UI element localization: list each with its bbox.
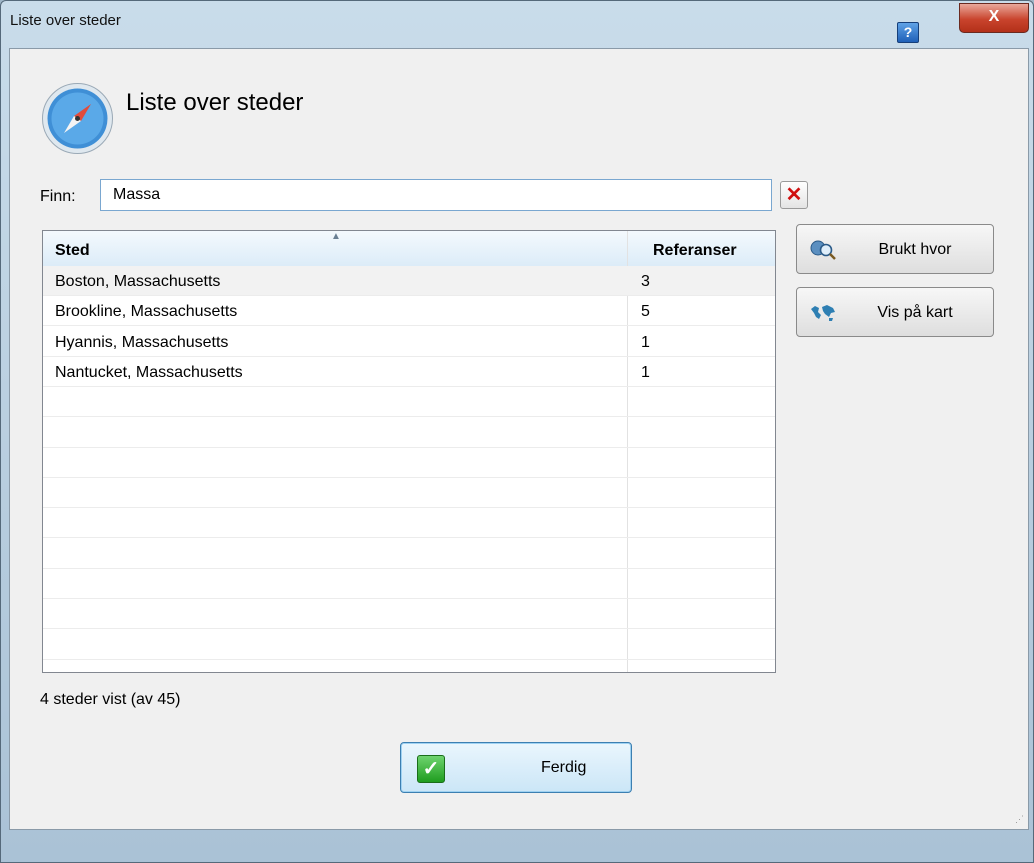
dialog-body: Liste over steder Finn: ✕ Sted ▲ Referan… [9,48,1029,830]
references-cell: 5 [641,303,650,321]
sort-ascending-icon: ▲ [331,231,341,242]
clear-search-button[interactable]: ✕ [780,181,808,209]
empty-row [43,599,775,630]
used-where-label: Brukt hvor [878,241,952,258]
table-row[interactable]: Brookline, Massachusetts 5 [43,296,775,327]
search-label: Finn: [40,188,76,205]
page-title: Liste over steder [126,89,304,116]
title-bar: Liste over steder ? X [1,1,1033,43]
show-on-map-button[interactable]: Vis på kart [796,287,994,337]
done-button[interactable]: ✓ Ferdig [400,742,632,793]
table-row[interactable]: Nantucket, Massachusetts 1 [43,357,775,387]
place-cell: Boston, Massachusetts [55,273,221,290]
place-cell: Nantucket, Massachusetts [55,363,243,381]
window-title: Liste over steder [10,12,121,29]
table-row[interactable]: Hyannis, Massachusetts 1 [43,327,775,357]
help-button[interactable]: ? [897,22,919,43]
status-text: 4 steder vist (av 45) [40,691,181,708]
place-cell: Brookline, Massachusetts [55,303,238,321]
close-button[interactable]: X [959,3,1029,33]
references-cell: 1 [641,333,650,351]
places-table: Sted ▲ Referanser Boston, Massachusetts 3… [42,230,776,673]
references-cell: 3 [641,273,650,290]
resize-grip[interactable]: ⋰ [1015,814,1024,825]
dialog-window: Liste over steder ? X Liste over steder … [0,0,1034,863]
empty-row [43,448,775,478]
empty-row [43,508,775,539]
used-where-button[interactable]: Brukt hvor [796,224,994,274]
search-input[interactable] [100,179,772,211]
empty-row [43,630,775,660]
empty-row [43,387,775,418]
compass-icon [42,83,113,154]
checkmark-icon: ✓ [417,755,445,783]
empty-row [43,418,775,448]
show-on-map-label: Vis på kart [877,304,953,321]
empty-row [43,539,775,569]
column-header-place[interactable]: Sted [55,242,90,260]
empty-row [43,569,775,599]
place-cell: Hyannis, Massachusetts [55,333,229,351]
references-cell: 1 [641,363,650,381]
column-header-references[interactable]: Referanser [653,242,737,260]
empty-row [43,478,775,509]
done-label: Ferdig [541,759,587,776]
table-header: Sted ▲ Referanser [43,231,775,267]
table-row[interactable]: Boston, Massachusetts 3 [43,266,775,296]
